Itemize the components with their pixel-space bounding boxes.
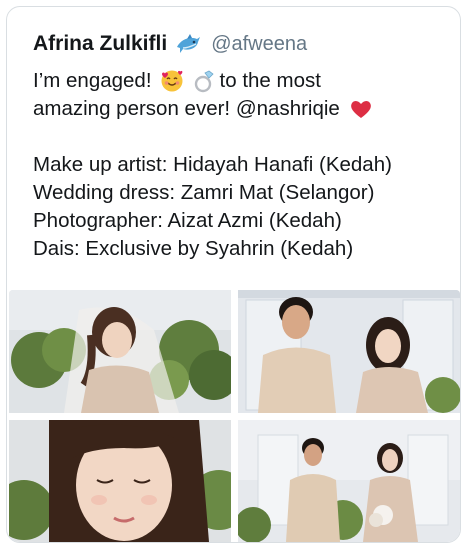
tweet-text-part: to the most (219, 69, 321, 92)
credit-line: Make up artist: Hidayah Hanafi (Kedah) (33, 153, 392, 176)
red-heart-icon (349, 97, 373, 121)
author-handle[interactable]: @afweena (211, 33, 307, 56)
tweet-text: I’m engaged! to the most amazing person … (33, 67, 453, 263)
ring-icon (192, 69, 216, 93)
author-display-name[interactable]: Afrina Zulkifli (33, 32, 167, 56)
credit-line: Photographer: Aizat Azmi (Kedah) (33, 209, 342, 232)
tweet-line-1: I’m engaged! to the most (33, 67, 453, 95)
credit-line: Dais: Exclusive by Syahrin (Kedah) (33, 237, 354, 260)
tweet-line-2: amazing person ever! @nashriqie (33, 95, 453, 123)
tweet-header: Afrina Zulkifli @afweena (33, 29, 307, 59)
tweet-text-part: I’m engaged! (33, 69, 152, 92)
media-photo-3[interactable] (9, 420, 231, 542)
credit-line: Wedding dress: Zamri Mat (Selangor) (33, 181, 375, 204)
media-photo-4[interactable] (238, 420, 460, 542)
tweet-card[interactable]: Afrina Zulkifli @afweena I’m engaged! to… (6, 6, 461, 543)
dolphin-icon (175, 32, 201, 56)
media-grid (9, 290, 460, 542)
smiling-face-with-hearts-icon (160, 69, 184, 93)
media-photo-1[interactable] (9, 290, 231, 413)
media-photo-2[interactable] (238, 290, 460, 413)
tweet-text-part: amazing person ever! @nashriqie (33, 97, 340, 120)
